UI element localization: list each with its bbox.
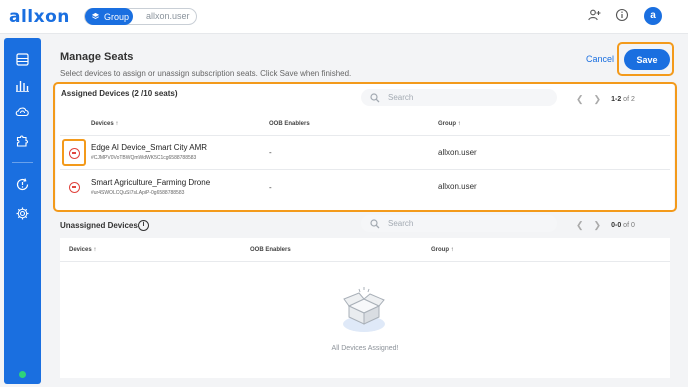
empty-state-message: All Devices Assigned! [331,345,399,352]
status-online-dot [19,371,26,378]
allxon-logo[interactable]: allxon [9,7,70,27]
sidebar-divider [12,162,33,163]
dashboard-icon[interactable] [14,51,31,68]
empty-box-icon [343,287,385,332]
tenant-user-option[interactable]: allxon.user [146,11,190,21]
device-id: #ur4SWOLCQuSI7sLApiP-0g6588788583 [91,190,185,196]
device-name: Edge AI Device_Smart City AMR [91,143,208,152]
col-group-header[interactable]: Group ↑ [431,247,454,253]
page-title: Manage Seats [60,51,134,63]
device-name: Smart Agriculture_Farming Drone [91,178,211,187]
unassigned-pager-total: of 0 [623,222,635,229]
save-button[interactable]: Save [624,49,670,70]
page-subtitle: Select devices to assign or unassign sub… [60,69,352,78]
col-oob-header: OOB Enablers [269,121,310,127]
settings-gear-icon[interactable] [14,205,31,222]
device-group: allxon.user [438,148,477,157]
assigned-devices-title: Assigned Devices (2 /10 seats) [61,89,178,98]
next-page-icon[interactable]: ❯ [594,220,602,231]
prev-page-icon[interactable]: ❮ [576,220,584,231]
next-page-icon[interactable]: ❯ [594,94,602,105]
tenant-switch[interactable]: Group allxon.user [84,8,197,25]
layers-icon [91,12,100,19]
unassigned-info-icon[interactable]: i [138,220,149,231]
cloud-sync-icon[interactable] [14,103,31,120]
device-id: #CJMPV0VoTBWQmWdWK5C1cg6588788583 [91,155,197,161]
tenant-group-option[interactable]: Group [85,8,133,25]
unassigned-search-input[interactable]: Search [361,215,557,232]
table-divider [60,261,670,262]
remove-device-icon[interactable] [69,182,80,193]
assigned-pager-range: 1-2 [611,96,622,103]
prev-page-icon[interactable]: ❮ [576,94,584,105]
assigned-search-placeholder: Search [388,93,414,102]
user-avatar[interactable]: a [644,7,662,25]
tenant-group-label: Group [104,11,130,22]
sidebar [4,38,41,384]
table-divider [60,135,670,136]
remove-device-icon[interactable] [69,148,80,159]
unassigned-pagination: ❮ ❯ 0-0 of 0 [576,220,635,231]
add-user-icon[interactable] [586,8,602,24]
device-oob: - [269,183,272,192]
col-devices-header[interactable]: Devices ↑ [91,121,118,127]
device-oob: - [269,148,272,157]
col-group-header[interactable]: Group ↑ [438,121,461,127]
puzzle-plugin-icon[interactable] [14,132,31,149]
cancel-button[interactable]: Cancel [586,54,614,64]
table-divider [60,169,670,170]
unassigned-devices-title: Unassigned Devices [60,221,138,230]
search-icon [370,92,380,102]
assigned-pagination: ❮ ❯ 1-2 of 2 [576,94,635,105]
assigned-search-input[interactable]: Search [361,89,557,106]
assigned-pager-total: of 2 [623,96,635,103]
help-info-icon[interactable] [614,8,630,24]
unassigned-search-placeholder: Search [388,219,414,228]
col-devices-header[interactable]: Devices ↑ [69,247,96,253]
bar-chart-icon[interactable] [14,77,31,94]
device-group: allxon.user [438,182,477,191]
search-icon [370,218,380,228]
unassigned-pager-range: 0-0 [611,222,622,229]
col-oob-header: OOB Enablers [250,247,291,253]
top-bar: allxon Group allxon.user a [0,0,688,34]
alert-refresh-icon[interactable] [14,176,31,193]
